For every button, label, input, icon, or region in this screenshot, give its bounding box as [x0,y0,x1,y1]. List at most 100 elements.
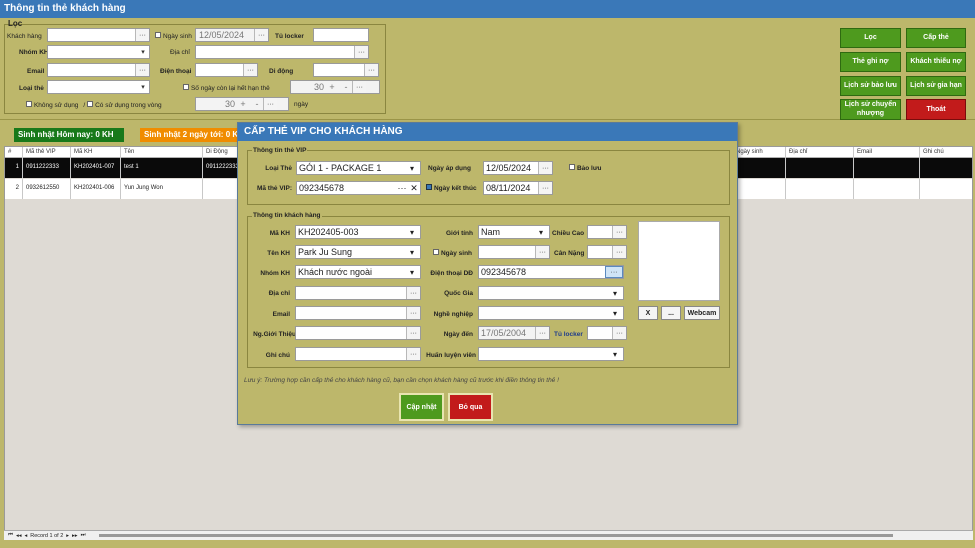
debt-customers-button[interactable]: Khách thiếu nợ [906,52,966,72]
birthday-picker-button[interactable]: ··· [254,29,268,41]
used-within-decrement[interactable]: - [251,99,263,109]
referrer-lookup[interactable]: ··· [406,327,420,339]
address-input[interactable]: ··· [295,286,421,300]
phone-input[interactable]: 092345678 ··· [478,265,624,279]
email-lookup-button[interactable]: ··· [135,64,149,76]
next-record-icon[interactable]: ▸ [66,533,69,539]
end-date-picker[interactable]: ··· [538,182,552,194]
chevron-down-icon[interactable]: ▾ [410,228,420,237]
mobile-filter-input[interactable]: ··· [313,63,379,77]
email-input[interactable]: ··· [295,306,421,320]
grid-hscrollbar[interactable] [98,534,893,537]
not-used-checkbox[interactable] [26,101,32,107]
clear-icon[interactable]: ✕ [408,183,420,194]
mobile-lookup-button[interactable]: ··· [364,64,378,76]
arrive-date-picker[interactable]: ··· [535,327,549,339]
height-input[interactable]: ··· [587,225,627,239]
next-page-icon[interactable]: ▸▸ [72,533,78,539]
email-filter-input[interactable]: ··· [47,63,150,77]
coach-select[interactable]: ▾ [478,347,624,361]
gender-select[interactable]: Nam ▾ [478,225,550,239]
group-select[interactable]: Khách nước ngoài ▾ [295,265,421,279]
filter-button[interactable]: Lọc [840,28,901,48]
dob-checkbox[interactable] [433,249,439,255]
note-input[interactable]: ··· [295,347,421,361]
chevron-down-icon[interactable]: ▾ [137,81,149,93]
used-within-increment[interactable]: + [235,99,251,109]
kh-code-select[interactable]: KH202405-003 ▾ [295,225,421,239]
dob-picker[interactable]: ··· [535,246,549,258]
col-header-note[interactable]: Ghi chú [920,147,972,158]
debt-card-button[interactable]: Thẻ ghi nợ [840,52,901,72]
chevron-down-icon[interactable]: ▾ [137,46,149,58]
birthday-filter-checkbox[interactable] [155,32,161,38]
prev-record-icon[interactable]: ◂ [24,533,27,539]
name-input[interactable]: Park Ju Sung ▾ [295,245,421,259]
col-header-num[interactable]: # [5,147,23,158]
birthday-filter-input[interactable]: 12/05/2024 ··· [195,28,269,42]
transfer-history-button[interactable]: Lịch sử chuyển nhượng [840,99,901,120]
referrer-input[interactable]: ··· [295,326,421,340]
days-left-decrement[interactable]: - [340,82,352,92]
days-left-spinner[interactable]: 30 + - ··· [290,80,380,94]
locker-lookup[interactable]: ··· [612,327,626,339]
vip-code-lookup[interactable]: ··· [396,183,408,193]
prev-page-icon[interactable]: ◂◂ [16,533,22,539]
locker-input[interactable]: ··· [587,326,627,340]
country-select[interactable]: ▾ [478,286,624,300]
last-record-icon[interactable]: ⏭ [81,532,86,539]
col-header-vip[interactable]: Mã thẻ VIP [23,147,71,158]
address-lookup[interactable]: ··· [406,287,420,299]
chevron-down-icon[interactable]: ▾ [410,164,420,173]
chevron-down-icon[interactable]: ▾ [410,248,420,257]
chevron-down-icon[interactable]: ▾ [613,309,623,318]
days-left-button[interactable]: ··· [352,81,366,93]
used-within-spinner[interactable]: 30 + - ··· [195,97,289,111]
end-date-checkbox[interactable] [426,184,432,190]
arrive-date-input[interactable]: 17/05/2004 ··· [478,326,550,340]
apply-date-picker[interactable]: ··· [538,162,552,174]
chevron-down-icon[interactable]: ▾ [539,228,549,237]
weight-input[interactable]: ··· [587,245,627,259]
weight-lookup[interactable]: ··· [612,246,626,258]
used-within-checkbox[interactable] [87,101,94,107]
col-header-name[interactable]: Tên [121,147,203,158]
email-lookup[interactable]: ··· [406,307,420,319]
card-type-filter-select[interactable]: ▾ [47,80,150,94]
chevron-down-icon[interactable]: ▾ [613,350,623,359]
reserve-checkbox[interactable] [569,164,575,170]
customer-lookup-button[interactable]: ··· [135,29,149,41]
days-left-increment[interactable]: + [324,82,340,92]
used-within-button[interactable]: ··· [263,98,277,110]
chevron-down-icon[interactable]: ▾ [613,289,623,298]
save-button[interactable]: Cập nhật [399,393,444,421]
photo-clear-button[interactable]: X [638,306,658,320]
col-header-mobile[interactable]: Di Động [203,147,239,158]
col-header-address[interactable]: Địa chỉ [786,147,854,158]
issue-card-button[interactable]: Cấp thẻ [906,28,966,48]
height-lookup[interactable]: ··· [612,226,626,238]
address-lookup-button[interactable]: ··· [354,46,368,58]
card-type-select[interactable]: GÓI 1 - PACKAGE 1 ▾ [296,161,421,175]
cancel-button[interactable]: Bỏ qua [448,393,493,421]
webcam-button[interactable]: Webcam [684,306,720,320]
end-date-input[interactable]: 08/11/2024 ··· [483,181,553,195]
locker-filter-input[interactable] [313,28,369,42]
dob-input[interactable]: ··· [478,245,550,259]
job-select[interactable]: ▾ [478,306,624,320]
col-header-email[interactable]: Email [854,147,920,158]
address-filter-input[interactable]: ··· [195,45,369,59]
reserve-history-button[interactable]: Lịch sử bảo lưu [840,76,901,96]
phone-lookup-button[interactable]: ··· [243,64,257,76]
customer-filter-input[interactable]: ··· [47,28,150,42]
photo-browse-button[interactable]: ... [661,306,681,320]
phone-lookup[interactable]: ··· [605,266,623,278]
group-filter-select[interactable]: ▾ [47,45,150,59]
first-record-icon[interactable]: ⏮ [8,532,13,539]
col-header-birthday[interactable]: Ngày sinh [733,147,786,158]
locker-link[interactable]: Tủ locker [554,331,583,338]
phone-filter-input[interactable]: ··· [195,63,258,77]
col-header-kh[interactable]: Mã KH [71,147,121,158]
vip-code-input[interactable]: 092345678 ··· ✕ [296,181,421,195]
extend-history-button[interactable]: Lịch sử gia hạn [906,76,966,96]
